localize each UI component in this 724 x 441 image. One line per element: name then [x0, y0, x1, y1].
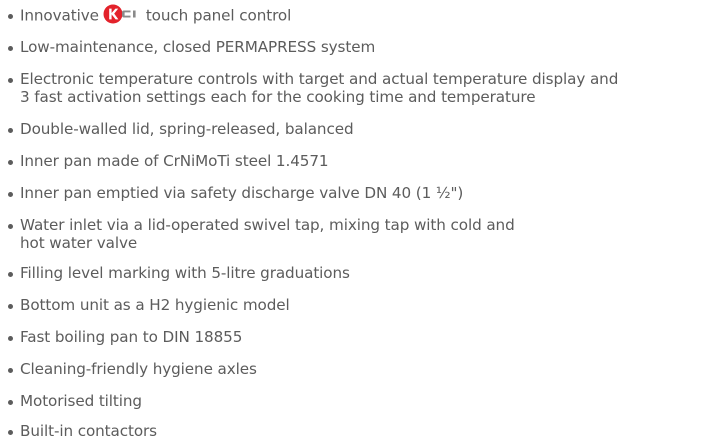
feature-item: Water inlet via a lid-operated swivel ta… — [0, 216, 720, 252]
feature-item: Inner pan emptied via safety discharge v… — [0, 184, 720, 202]
feature-text: Filling level marking with 5-litre gradu… — [20, 264, 350, 282]
feature-text: Fast boiling pan to DIN 18855 — [20, 328, 243, 346]
feature-item: Electronic temperature controls with tar… — [0, 70, 720, 106]
feature-item: Bottom unit as a H2 hygienic model — [0, 296, 720, 314]
feature-item: Low-maintenance, closed PERMAPRESS syste… — [0, 38, 720, 56]
feature-text: Double-walled lid, spring-released, bala… — [20, 120, 354, 138]
feature-text: Motorised tilting — [20, 392, 142, 410]
feature-item: Cleaning-friendly hygiene axles — [0, 360, 720, 378]
feature-item: Motorised tilting — [0, 392, 720, 410]
feature-item: Double-walled lid, spring-released, bala… — [0, 120, 720, 138]
feature-item-touch-panel: Innovative touch panel control — [0, 4, 720, 26]
feature-text: Bottom unit as a H2 hygienic model — [20, 296, 290, 314]
feature-text-line-2: 3 fast activation settings each for the … — [20, 88, 536, 106]
feature-text: Built-in contactors — [20, 422, 157, 440]
feature-item: Fast boiling pan to DIN 18855 — [0, 328, 720, 346]
kc-logo-graphic — [103, 4, 136, 24]
feature-text: Inner pan made of CrNiMoTi steel 1.4571 — [20, 152, 329, 170]
feature-item: Built-in contactors — [0, 422, 720, 440]
feature-text: Cleaning-friendly hygiene axles — [20, 360, 257, 378]
kc-logo-icon — [103, 4, 145, 24]
feature-text-after: touch panel control — [145, 6, 292, 25]
feature-item: Filling level marking with 5-litre gradu… — [0, 264, 720, 282]
feature-text: Low-maintenance, closed PERMAPRESS syste… — [20, 38, 376, 56]
feature-text-line-1: Electronic temperature controls with tar… — [20, 70, 619, 88]
feature-item: Inner pan made of CrNiMoTi steel 1.4571 — [0, 152, 720, 170]
feature-text: Inner pan emptied via safety discharge v… — [20, 184, 464, 202]
feature-text-line-1: Water inlet via a lid-operated swivel ta… — [20, 216, 515, 234]
feature-text-line-2: hot water valve — [20, 234, 138, 252]
feature-text: Innovative — [20, 6, 99, 25]
